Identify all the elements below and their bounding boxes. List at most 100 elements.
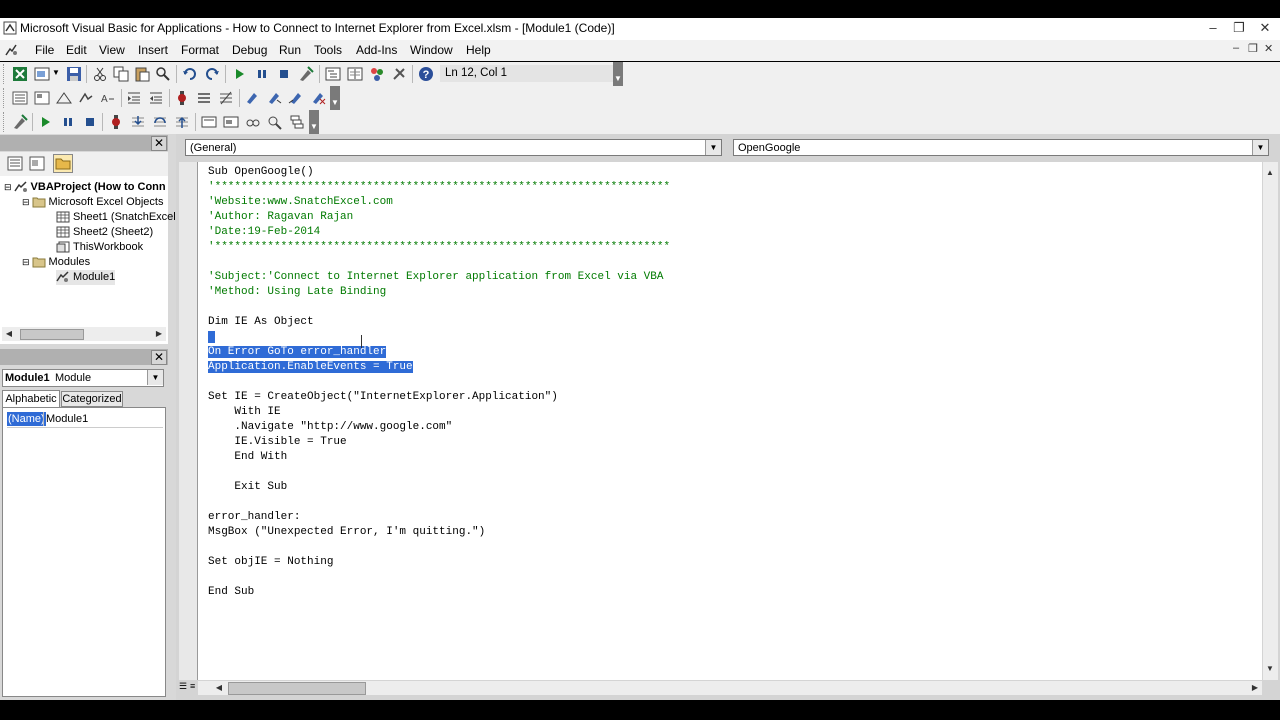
code-line[interactable]: Sub OpenGoogle() (208, 165, 314, 180)
view-code-icon[interactable] (7, 156, 23, 171)
code-line[interactable]: Application.EnableEvents = True (208, 360, 413, 375)
toolbar-grip[interactable] (3, 112, 8, 132)
menu-debug[interactable]: Debug (232, 43, 267, 57)
toolbar-grip[interactable] (3, 88, 8, 108)
immediate-window-icon[interactable] (223, 114, 239, 130)
locals-window-icon[interactable] (201, 114, 217, 130)
code-hscrollbar[interactable]: ◀ ▶ (198, 681, 1262, 695)
procedure-view-icon[interactable]: ☰ (179, 681, 188, 694)
insert-module-icon[interactable] (34, 66, 50, 82)
code-vscrollbar[interactable]: ▲ ▼ (1263, 162, 1278, 680)
copy-icon[interactable] (113, 66, 129, 82)
step-out-icon[interactable] (174, 114, 190, 130)
menu-file[interactable]: File (35, 43, 54, 57)
reset-icon[interactable] (82, 114, 98, 130)
module-window-icon[interactable] (4, 43, 18, 57)
undo-icon[interactable] (182, 66, 198, 82)
excel-view-icon[interactable] (12, 66, 28, 82)
code-line[interactable]: Set IE = CreateObject("InternetExplorer.… (208, 390, 558, 405)
toggle-folders-icon[interactable] (53, 154, 73, 173)
object-selector[interactable]: Module1 Module ▼ (2, 369, 164, 387)
uncomment-block-icon[interactable] (218, 90, 234, 106)
code-line[interactable]: With IE (208, 405, 280, 420)
code-line[interactable]: '***************************************… (208, 180, 670, 195)
toolbar-options-chevron[interactable]: ▼ (330, 86, 340, 110)
code-line[interactable]: Set objIE = Nothing (208, 555, 333, 570)
step-into-icon[interactable] (130, 114, 146, 130)
toolbar-options-chevron[interactable]: ▼ (613, 62, 623, 86)
cut-icon[interactable] (92, 66, 108, 82)
code-line[interactable]: 'Author: Ragavan Rajan (208, 210, 353, 225)
quick-watch-icon[interactable] (267, 114, 283, 130)
properties-window-icon[interactable] (347, 66, 363, 82)
menu-window[interactable]: Window (410, 43, 453, 57)
menu-help[interactable]: Help (466, 43, 491, 57)
indent-icon[interactable] (126, 90, 142, 106)
dropdown-arrow-icon[interactable]: ▼ (147, 370, 163, 385)
step-over-icon[interactable] (152, 114, 168, 130)
next-bookmark-icon[interactable] (266, 90, 282, 106)
mdi-close-button[interactable]: ✕ (1264, 42, 1273, 55)
close-icon[interactable]: ✕ (151, 350, 167, 365)
property-name[interactable]: (Name) (7, 412, 46, 426)
previous-bookmark-icon[interactable] (288, 90, 304, 106)
close-icon[interactable]: ✕ (151, 136, 167, 151)
save-icon[interactable] (66, 66, 82, 82)
toggle-bookmark-icon[interactable] (244, 90, 260, 106)
code-line[interactable]: On Error GoTo error_handler (208, 345, 387, 360)
scroll-thumb[interactable] (20, 329, 84, 340)
full-module-view-icon[interactable]: ≡ (190, 681, 199, 694)
toolbar-options-chevron[interactable]: ▼ (309, 110, 319, 134)
code-line[interactable]: 'Subject:'Connect to Internet Explorer a… (208, 270, 663, 285)
view-object-icon[interactable] (29, 156, 45, 171)
parameter-info-icon[interactable] (78, 90, 94, 106)
property-value[interactable]: Module1 (43, 412, 168, 426)
tab-alphabetic[interactable]: Alphabetic (2, 390, 60, 407)
menu-insert[interactable]: Insert (138, 43, 168, 57)
watch-window-icon[interactable] (245, 114, 261, 130)
tree-item-sheet2[interactable]: Sheet2 (Sheet2) (56, 225, 153, 240)
menu-format[interactable]: Format (181, 43, 219, 57)
menu-run[interactable]: Run (279, 43, 301, 57)
code-line[interactable]: End Sub (208, 585, 254, 600)
toolbar-grip[interactable] (3, 64, 8, 84)
project-explorer-icon[interactable] (325, 66, 341, 82)
scroll-left-arrow-icon[interactable]: ◀ (2, 327, 16, 341)
list-constants-icon[interactable] (34, 90, 50, 106)
code-line[interactable]: IE.Visible = True (208, 435, 346, 450)
comment-block-icon[interactable] (196, 90, 212, 106)
scroll-right-arrow-icon[interactable]: ▶ (1248, 681, 1262, 695)
close-button[interactable]: ✕ (1252, 18, 1278, 38)
code-line[interactable] (208, 330, 215, 345)
code-line[interactable]: .Navigate "http://www.google.com" (208, 420, 452, 435)
break-icon[interactable] (60, 114, 76, 130)
tree-item-thisworkbook[interactable]: ThisWorkbook (56, 240, 143, 255)
menu-view[interactable]: View (99, 43, 125, 57)
toggle-breakpoint-icon[interactable] (108, 114, 124, 130)
code-line[interactable]: End With (208, 450, 287, 465)
properties-titlebar[interactable]: ✕ (0, 349, 168, 365)
call-stack-icon[interactable] (289, 114, 305, 130)
help-icon[interactable]: ? (418, 66, 434, 82)
redo-icon[interactable] (204, 66, 220, 82)
tree-item-sheet1[interactable]: Sheet1 (SnatchExcel (56, 210, 176, 225)
dropdown-arrow-icon[interactable]: ▼ (1252, 140, 1268, 155)
object-combo[interactable]: (General) ▼ (185, 139, 722, 156)
clear-bookmarks-icon[interactable] (310, 90, 326, 106)
toolbox-icon[interactable] (391, 66, 407, 82)
procedure-combo[interactable]: OpenGoogle ▼ (733, 139, 1269, 156)
toggle-breakpoint-icon[interactable] (174, 90, 190, 106)
code-line[interactable]: Exit Sub (208, 480, 287, 495)
project-tree-hscrollbar[interactable]: ◀ ▶ (2, 327, 166, 341)
scroll-down-arrow-icon[interactable]: ▼ (1263, 662, 1277, 676)
project-explorer-titlebar[interactable]: ✕ (0, 135, 168, 151)
scroll-thumb[interactable] (228, 682, 366, 695)
tree-item-module1[interactable]: Module1 (56, 270, 116, 285)
code-line[interactable]: 'Date:19-Feb-2014 (208, 225, 320, 240)
tree-item-vbaproject[interactable]: ⊟ VBAProject (How to Conn (4, 180, 166, 195)
code-line[interactable]: '***************************************… (208, 240, 670, 255)
paste-icon[interactable] (134, 66, 150, 82)
tree-item-excel-objects[interactable]: ⊟ Microsoft Excel Objects (22, 195, 163, 210)
find-icon[interactable] (155, 66, 171, 82)
minimize-button[interactable]: – (1200, 18, 1226, 38)
